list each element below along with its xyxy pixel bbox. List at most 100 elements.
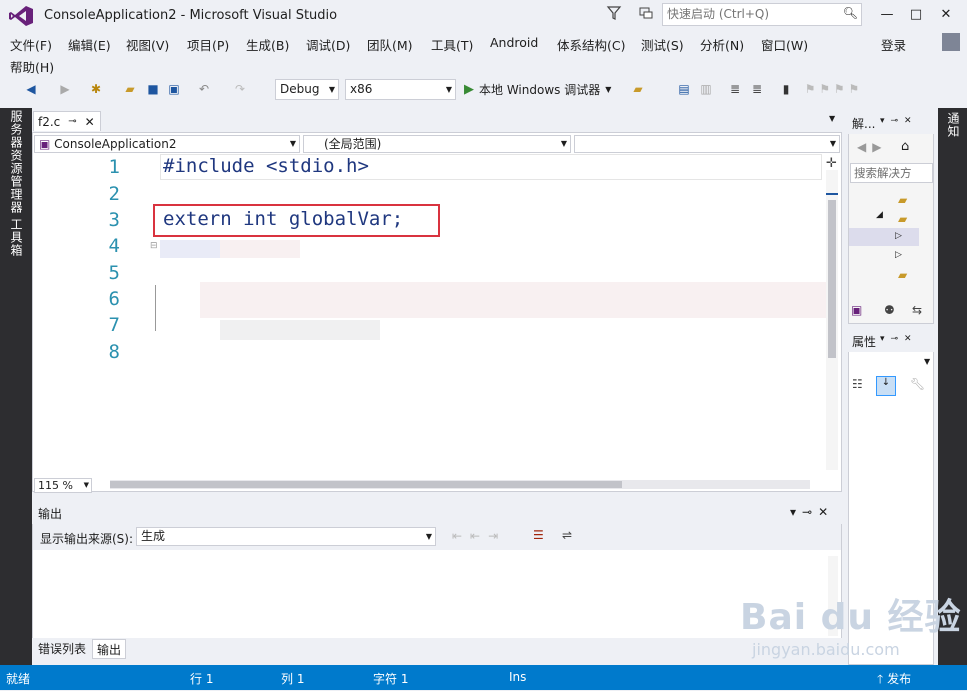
status-bar: [0, 665, 967, 690]
solution-explorer-tab-icon[interactable]: ▣: [851, 303, 862, 317]
solution-search-input[interactable]: 搜索解决方: [850, 163, 933, 183]
bookmark-nav-icon[interactable]: ⚑ ⚑ ⚑ ⚑: [802, 80, 862, 98]
quick-launch-box[interactable]: 🔍︎: [662, 3, 862, 26]
menu-view[interactable]: 视图(V): [126, 35, 169, 54]
server-explorer-tab[interactable]: 服务器资源管理器: [8, 110, 25, 214]
forward-icon[interactable]: ▶: [58, 80, 72, 98]
save-icon[interactable]: ■: [146, 80, 160, 98]
line-number: 6: [108, 288, 120, 310]
close-button[interactable]: ✕: [933, 4, 959, 24]
menu-team[interactable]: 团队(M): [367, 35, 413, 54]
menu-debug[interactable]: 调试(D): [306, 35, 350, 54]
platform-combo[interactable]: x86 ▼: [345, 79, 456, 100]
run-label: 本地 Windows 调试器: [479, 82, 601, 97]
menu-window[interactable]: 窗口(W): [761, 35, 808, 54]
menu-test[interactable]: 测试(S): [641, 35, 684, 54]
search-icon[interactable]: 🔍︎: [843, 6, 858, 20]
undo-icon[interactable]: ↶: [196, 80, 212, 98]
menu-edit[interactable]: 编辑(E): [68, 35, 111, 54]
status-line: 行 1: [190, 672, 214, 686]
step-icon[interactable]: ▤: [676, 80, 692, 98]
collapse-arrow-icon[interactable]: ▷: [895, 250, 902, 260]
redacted-code: [220, 240, 300, 258]
output-source-combo[interactable]: 生成 ▼: [136, 527, 436, 546]
folder-icon: ▰: [898, 212, 908, 226]
watermark-logo: Bai du 经验: [740, 597, 962, 638]
clear-all-icon[interactable]: ☰: [533, 528, 544, 542]
wrench-icon[interactable]: 🔧︎: [910, 377, 925, 391]
output-nav-icons[interactable]: ⇤⇤⇥: [452, 529, 506, 543]
menu-build[interactable]: 生成(B): [246, 35, 289, 54]
line-number: 5: [108, 262, 120, 284]
caret-marker: [826, 193, 838, 195]
nav-back-forward-icon[interactable]: ◀▶: [857, 140, 887, 154]
tab-error-list[interactable]: 错误列表: [34, 639, 90, 659]
menu-analyze[interactable]: 分析(N): [700, 35, 744, 54]
platform-value: x86: [350, 82, 373, 96]
collapse-marker-icon[interactable]: ⊟: [150, 241, 158, 251]
horizontal-scroll-thumb[interactable]: [110, 481, 622, 488]
feedback-icon[interactable]: [638, 5, 654, 21]
output-title: 输出: [38, 507, 63, 521]
folder-icon: ▰: [898, 193, 908, 207]
line-number: 3: [108, 209, 120, 231]
find-icon[interactable]: ▰: [630, 80, 646, 98]
filter-icon[interactable]: [606, 5, 622, 21]
notifications-tab[interactable]: 通知: [945, 112, 962, 138]
menu-architecture[interactable]: 体系结构(C): [557, 35, 625, 54]
code-line-include[interactable]: #include <stdio.h>: [163, 155, 369, 177]
word-wrap-icon[interactable]: ⇌: [562, 528, 572, 542]
menu-file[interactable]: 文件(F): [10, 35, 52, 54]
menu-tools[interactable]: 工具(T): [431, 35, 473, 54]
tab-overflow-icon[interactable]: ▼: [829, 114, 835, 123]
home-icon[interactable]: ⌂: [901, 139, 909, 154]
expand-icon[interactable]: ◢: [876, 210, 883, 220]
class-view-tab-icon[interactable]: ⇆: [912, 303, 922, 317]
panel-controls-icon[interactable]: ▾⊸✕: [880, 334, 918, 344]
panel-controls-icon[interactable]: ▾⊸✕: [880, 116, 918, 126]
uncomment-icon[interactable]: ≣: [750, 80, 764, 98]
maximize-button[interactable]: □: [903, 4, 929, 24]
project-nav-value: ConsoleApplication2: [54, 137, 177, 151]
comment-icon[interactable]: ≣: [728, 80, 742, 98]
step-over-icon[interactable]: ▥: [698, 80, 714, 98]
chevron-down-icon[interactable]: ▼: [924, 357, 930, 366]
split-editor-icon[interactable]: ✛: [826, 156, 837, 171]
toolbox-tab[interactable]: 工具箱: [8, 218, 25, 257]
tab-output[interactable]: 输出: [92, 639, 127, 659]
publish-button[interactable]: 🡑 发布: [877, 670, 911, 691]
start-debugging-button[interactable]: ▶ 本地 Windows 调试器 ▼: [464, 80, 624, 98]
output-source-value: 生成: [141, 529, 166, 543]
member-nav-combo[interactable]: ▼: [574, 135, 840, 153]
tree-selection[interactable]: [849, 228, 919, 246]
close-tab-icon[interactable]: ✕: [85, 115, 95, 129]
output-text-area[interactable]: [33, 550, 841, 638]
pin-icon[interactable]: ⊸: [68, 116, 76, 127]
watermark-url: jingyan.baidu.com: [752, 640, 900, 659]
vertical-scroll-thumb[interactable]: [828, 200, 836, 358]
collapse-arrow-icon[interactable]: ▷: [895, 231, 902, 241]
panel-controls-icon[interactable]: ▾⊸✕: [790, 505, 834, 519]
menu-help[interactable]: 帮助(H): [10, 57, 54, 76]
login-link[interactable]: 登录: [881, 35, 906, 54]
minimize-button[interactable]: —: [874, 4, 900, 24]
project-nav-combo[interactable]: ▣ ConsoleApplication2 ▼: [34, 135, 300, 153]
menu-project[interactable]: 项目(P): [187, 35, 229, 54]
account-icon[interactable]: [942, 33, 960, 51]
new-project-icon[interactable]: ✱: [88, 80, 104, 98]
open-file-icon[interactable]: ▰: [122, 80, 138, 98]
document-tab-f2c[interactable]: f2.c ⊸ ✕: [33, 111, 101, 131]
team-explorer-tab-icon[interactable]: ⚉: [884, 303, 895, 317]
categorized-icon[interactable]: ☷: [852, 377, 863, 391]
alphabetical-icon[interactable]: ↓: [876, 376, 896, 396]
bookmark-icon[interactable]: ▮: [780, 80, 792, 98]
quick-launch-input[interactable]: [663, 4, 835, 24]
scope-nav-combo[interactable]: (全局范围) ▼: [303, 135, 571, 153]
save-all-icon[interactable]: ▣: [166, 80, 182, 98]
zoom-combo[interactable]: 115 % ▼: [34, 478, 92, 493]
configuration-combo[interactable]: Debug ▼: [275, 79, 339, 100]
menu-android[interactable]: Android: [490, 35, 538, 50]
redo-icon[interactable]: ↷: [232, 80, 248, 98]
back-icon[interactable]: ◀: [24, 80, 38, 98]
chevron-down-icon: ▼: [560, 139, 567, 148]
